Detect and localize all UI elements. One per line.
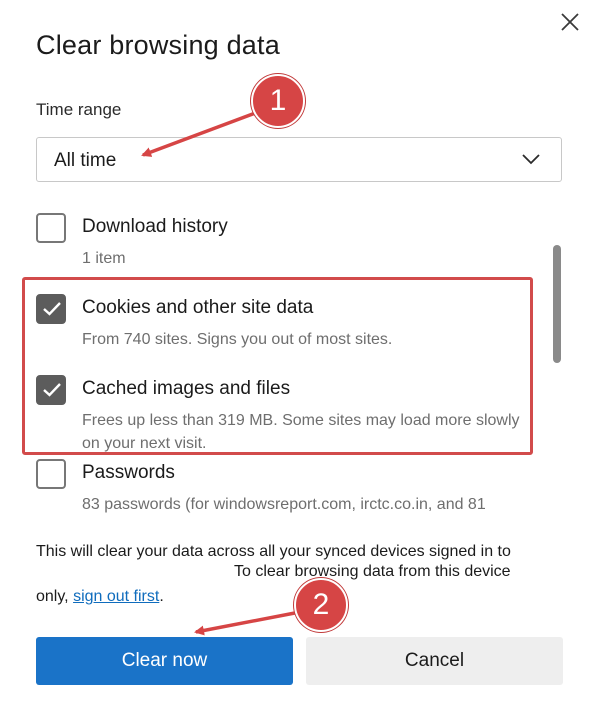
- item-description: 1 item: [82, 250, 126, 267]
- data-type-list: Download history 1 item Cookies and othe…: [0, 196, 599, 526]
- item-title: Cached images and files: [82, 378, 291, 399]
- close-icon: [561, 13, 579, 31]
- scrollbar-thumb[interactable]: [553, 245, 561, 363]
- annotation-badge-2: 2: [294, 578, 348, 632]
- checkmark-icon: [43, 302, 61, 316]
- cancel-button[interactable]: Cancel: [306, 637, 563, 685]
- sync-note-line2: To clear browsing data from this device: [234, 563, 511, 580]
- cookies-checkbox[interactable]: [36, 294, 66, 324]
- time-range-select[interactable]: All time: [36, 137, 562, 182]
- dialog-title: Clear browsing data: [36, 30, 280, 60]
- sync-note-suffix: .: [159, 588, 164, 605]
- item-description: Frees up less than 319 MB. Some sites ma…: [82, 412, 520, 452]
- sign-out-first-link[interactable]: sign out first: [73, 588, 159, 605]
- item-description: From 740 sites. Signs you out of most si…: [82, 331, 393, 348]
- cached-images-checkbox[interactable]: [36, 375, 66, 405]
- close-button[interactable]: [558, 10, 582, 34]
- time-range-value: All time: [54, 150, 117, 171]
- item-title: Cookies and other site data: [82, 297, 314, 318]
- item-title: Passwords: [82, 462, 175, 483]
- download-history-checkbox[interactable]: [36, 213, 66, 243]
- clear-now-button[interactable]: Clear now: [36, 637, 293, 685]
- sync-note-prefix: only,: [36, 588, 69, 605]
- time-range-label: Time range: [36, 100, 122, 119]
- item-title: Download history: [82, 216, 228, 237]
- annotation-arrow-2: [194, 610, 301, 636]
- sync-note-line3: only, sign out first.: [36, 588, 164, 606]
- checkmark-icon: [43, 383, 61, 397]
- passwords-checkbox[interactable]: [36, 459, 66, 489]
- item-description: 83 passwords (for windowsreport.com, irc…: [82, 496, 486, 513]
- sync-note-line1: This will clear your data across all you…: [36, 543, 511, 560]
- annotation-badge-1: 1: [251, 74, 305, 128]
- chevron-down-icon: [522, 154, 540, 165]
